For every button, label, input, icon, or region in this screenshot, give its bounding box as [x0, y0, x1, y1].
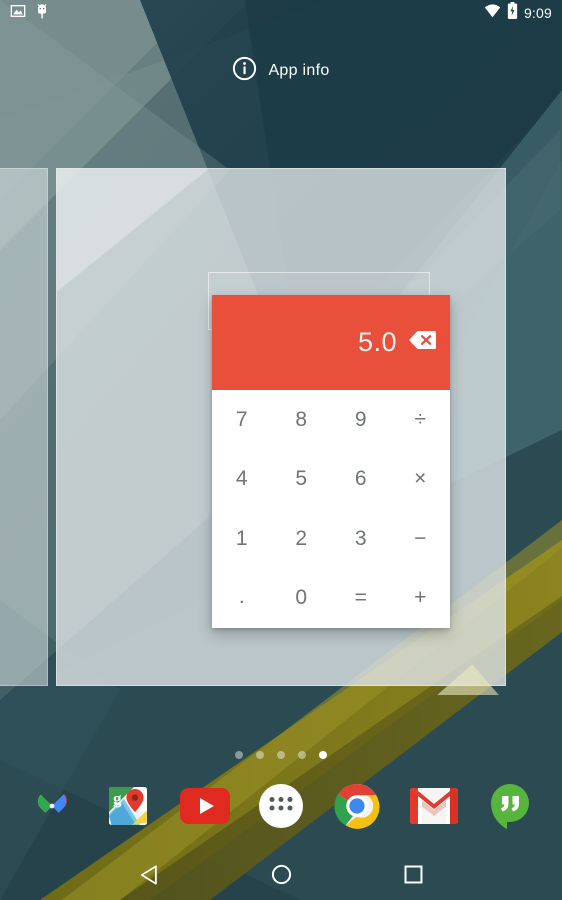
calc-key-equals[interactable]: =	[331, 569, 391, 629]
page-dot-1[interactable]	[235, 751, 243, 759]
screenshot-icon	[10, 3, 26, 24]
calc-key-4[interactable]: 4	[212, 450, 272, 510]
calc-key-3[interactable]: 3	[331, 509, 391, 569]
dock: g	[0, 772, 562, 840]
battery-charging-icon	[507, 2, 518, 24]
status-bar-right: 9:09	[484, 2, 552, 24]
page-dot-2[interactable]	[256, 751, 264, 759]
calculator-keypad[interactable]: 7 8 9 ÷ 4 5 6 × 1 2 3 − . 0 = +	[212, 390, 450, 628]
page-indicator	[0, 751, 562, 759]
back-triangle-icon	[140, 864, 159, 890]
usb-debug-icon	[35, 3, 49, 24]
dock-item-youtube[interactable]	[179, 780, 231, 832]
navigation-bar	[0, 854, 562, 900]
calc-key-minus[interactable]: −	[391, 509, 451, 569]
page-dot-3[interactable]	[277, 751, 285, 759]
dock-item-hangouts[interactable]	[484, 780, 536, 832]
calc-key-2[interactable]: 2	[272, 509, 332, 569]
recents-square-icon	[404, 865, 423, 889]
calc-key-0[interactable]: 0	[272, 569, 332, 629]
youtube-play-icon	[179, 788, 230, 824]
photos-pinwheel-icon	[28, 782, 76, 830]
calc-key-decimal[interactable]: .	[212, 569, 272, 629]
home-circle-icon	[271, 864, 292, 890]
calc-key-5[interactable]: 5	[272, 450, 332, 510]
calc-key-9[interactable]: 9	[331, 390, 391, 450]
status-bar-clock: 9:09	[523, 5, 552, 21]
calc-key-divide[interactable]: ÷	[391, 390, 451, 450]
app-info-drop-target[interactable]: App info	[0, 56, 562, 86]
calc-key-8[interactable]: 8	[272, 390, 332, 450]
status-bar-left	[10, 3, 49, 24]
chrome-icon	[333, 782, 381, 830]
info-circle-icon	[232, 56, 257, 86]
nav-home-button[interactable]	[215, 864, 347, 890]
page-dot-5[interactable]	[319, 751, 327, 759]
workspace-page-previous[interactable]	[0, 168, 48, 686]
backspace-icon[interactable]	[409, 330, 437, 355]
page-dot-4[interactable]	[298, 751, 306, 759]
nav-recents-button[interactable]	[347, 865, 479, 889]
calc-key-6[interactable]: 6	[331, 450, 391, 510]
status-bar: 9:09	[0, 0, 562, 26]
calc-key-1[interactable]: 1	[212, 509, 272, 569]
gmail-envelope-icon	[409, 788, 458, 824]
calculator-display-value: 5.0	[357, 327, 397, 357]
svg-text:g: g	[113, 789, 122, 808]
dock-item-gmail[interactable]	[408, 780, 460, 832]
wifi-icon	[484, 3, 501, 23]
dock-item-google-maps[interactable]: g	[102, 780, 154, 832]
dock-item-all-apps[interactable]	[255, 780, 307, 832]
calc-key-7[interactable]: 7	[212, 390, 272, 450]
calculator-display[interactable]: 5.0	[212, 295, 450, 390]
calculator-widget[interactable]: 5.0 7 8 9 ÷ 4 5 6 × 1 2 3 − . 0 = +	[212, 295, 450, 628]
calc-key-multiply[interactable]: ×	[391, 450, 451, 510]
app-info-label: App info	[268, 62, 330, 79]
dock-item-google-photos[interactable]	[26, 780, 78, 832]
maps-pin-icon: g	[104, 782, 152, 830]
nav-back-button[interactable]	[83, 864, 215, 890]
app-drawer-icon	[257, 782, 305, 830]
calc-key-plus[interactable]: +	[391, 569, 451, 629]
dock-item-chrome[interactable]	[331, 780, 383, 832]
hangouts-quote-icon	[487, 782, 533, 830]
